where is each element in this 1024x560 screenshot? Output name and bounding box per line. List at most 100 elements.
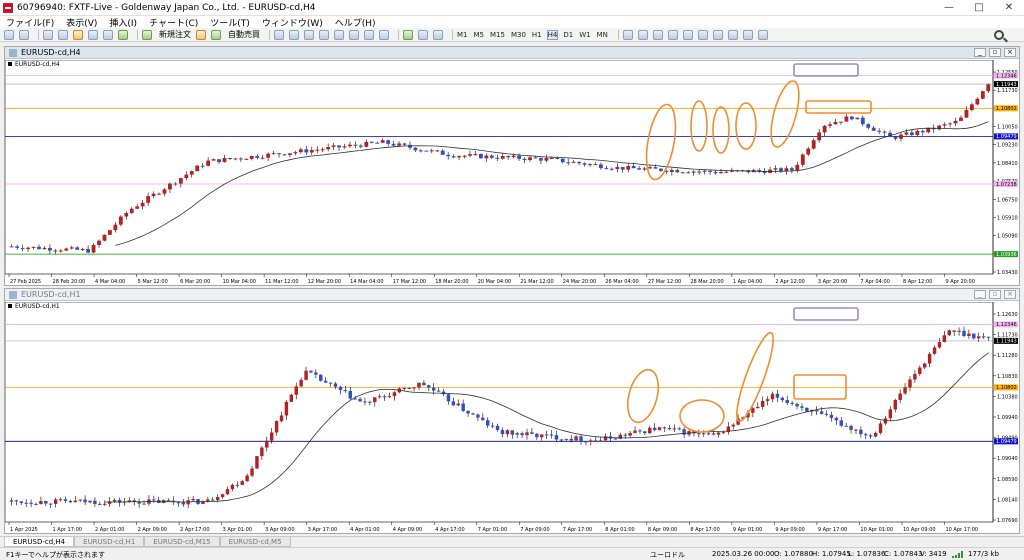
menu-tools[interactable]: ツール(T) — [210, 16, 250, 29]
candle-body — [387, 396, 392, 398]
options-icon[interactable] — [118, 29, 128, 40]
menu-insert[interactable]: 挿入(I) — [109, 16, 137, 29]
timeframe-m30[interactable]: M30 — [511, 31, 526, 39]
candle-body — [245, 475, 249, 482]
channel-icon[interactable] — [697, 29, 708, 40]
chart-minimize-button[interactable]: _ — [974, 48, 986, 57]
status-volume: V: 3419 — [920, 550, 947, 558]
auto-trade-button[interactable]: 自動売買 — [211, 29, 260, 40]
candle-body — [266, 153, 271, 158]
candle-body — [309, 370, 313, 373]
candle-body — [211, 499, 215, 501]
menu-help[interactable]: ヘルプ(H) — [335, 16, 376, 29]
period-icon[interactable] — [418, 29, 428, 40]
candle-body — [397, 143, 401, 146]
autoscroll-icon[interactable] — [364, 29, 374, 40]
zoom-out-icon[interactable] — [334, 29, 344, 40]
metaeditor-icon[interactable] — [196, 29, 206, 40]
market-watch-icon[interactable] — [43, 29, 53, 40]
data-window-icon[interactable] — [58, 29, 68, 40]
search-icon[interactable] — [994, 29, 1004, 40]
price-tag-label: 1.09479 — [996, 134, 1017, 140]
candle-body — [279, 415, 284, 422]
candle-body — [702, 170, 707, 172]
chart-window-h1[interactable]: EURUSD-cd,H1 _ ▫ × EURUSD-cd,H1 1.12630 1.… — [4, 288, 1020, 534]
menu-file[interactable]: ファイル(F) — [6, 16, 54, 29]
terminal-icon[interactable] — [88, 29, 98, 40]
trendline-icon[interactable] — [682, 29, 693, 40]
title-bar: 60796940: FXTF-Live - Goldenway Japan Co… — [0, 0, 1024, 16]
maximize-button[interactable]: □ — [964, 0, 994, 16]
chart-window-h4[interactable]: EURUSD-cd,H4 _ ▫ × EURUSD-cd,H41.125501.… — [4, 46, 1020, 286]
timeframe-h4[interactable]: H4 — [546, 29, 559, 40]
timeframe-m5[interactable]: M5 — [474, 31, 485, 39]
templates-icon[interactable] — [433, 29, 443, 40]
vline-icon[interactable] — [652, 29, 663, 40]
menu-window[interactable]: ウィンドウ(W) — [262, 16, 323, 29]
fibo-icon[interactable] — [712, 29, 723, 40]
candle-body — [58, 250, 63, 252]
candle-body — [39, 501, 43, 505]
tile-icon[interactable] — [349, 29, 359, 40]
chart-minimize-button[interactable]: _ — [974, 290, 986, 299]
candle-body — [364, 141, 369, 147]
status-profile[interactable]: ユーロドル — [650, 550, 685, 560]
new-chart-icon[interactable] — [4, 29, 14, 40]
candle-body — [686, 172, 691, 174]
candlestick-chart-h1[interactable]: EURUSD-cd,H11.126301.117301.112801.10830… — [5, 302, 1019, 534]
crosshair-icon[interactable] — [637, 29, 648, 40]
candle-body — [468, 154, 472, 156]
chart-close-button[interactable]: × — [1004, 48, 1016, 57]
hline-icon[interactable] — [667, 29, 678, 40]
candle-body — [328, 382, 333, 384]
price-tick-label: 1.11730 — [997, 88, 1018, 94]
text-icon[interactable] — [727, 29, 738, 40]
time-tick-label: 8 Apr 09:00 — [648, 527, 677, 533]
close-button[interactable]: ✕ — [994, 0, 1024, 16]
profiles-icon[interactable] — [19, 29, 29, 40]
tab-eurusd-m15[interactable]: EURUSD-cd,M15 — [144, 537, 220, 547]
candle-body — [669, 170, 674, 173]
arrows-icon[interactable] — [757, 29, 768, 40]
menu-view[interactable]: 表示(V) — [66, 16, 97, 29]
chart-restore-button[interactable]: ▫ — [989, 290, 1001, 299]
minimize-button[interactable]: — — [934, 0, 964, 16]
zoom-in-icon[interactable] — [319, 29, 329, 40]
indicators-icon[interactable] — [403, 29, 413, 40]
timeframe-m15[interactable]: M15 — [490, 31, 505, 39]
candlestick-chart-h4[interactable]: EURUSD-cd,H41.125501.117301.108801.10050… — [5, 60, 1019, 286]
tab-eurusd-h4[interactable]: EURUSD-cd,H4 — [4, 537, 75, 547]
tab-eurusd-h1[interactable]: EURUSD-cd,H1 — [74, 537, 145, 547]
tab-eurusd-m5[interactable]: EURUSD-cd,M5 — [219, 537, 291, 547]
timeframe-h1[interactable]: H1 — [532, 31, 542, 39]
timeframe-w1[interactable]: W1 — [579, 31, 590, 39]
timeframe-mn[interactable]: MN — [597, 31, 608, 39]
new-order-button[interactable]: 新規注文 — [142, 29, 191, 40]
chart-close-button[interactable]: × — [1004, 290, 1016, 299]
timeframe-m1[interactable]: M1 — [457, 31, 468, 39]
line-chart-icon[interactable] — [304, 29, 314, 40]
candle-body — [319, 374, 323, 381]
candle-chart-icon[interactable] — [289, 29, 299, 40]
bar-chart-icon[interactable] — [274, 29, 284, 40]
time-tick-label: 2 Apr 12:00 — [775, 279, 804, 285]
price-tick-label: 1.08410 — [997, 161, 1018, 167]
candle-body — [904, 132, 909, 135]
candle-body — [304, 149, 309, 153]
chart-restore-button[interactable]: ▫ — [989, 48, 1001, 57]
candle-body — [422, 382, 426, 386]
navigator-icon[interactable] — [73, 29, 83, 40]
candle-body — [811, 140, 816, 149]
chart-shift-icon[interactable] — [379, 29, 389, 40]
candle-body — [623, 434, 627, 436]
candle-body — [298, 149, 303, 153]
candle-body — [549, 157, 554, 159]
candle-body — [225, 489, 230, 495]
status-high: H: 1.07945 — [812, 550, 851, 558]
label-icon[interactable] — [742, 29, 753, 40]
timeframe-d1[interactable]: D1 — [563, 31, 573, 39]
candle-body — [533, 157, 538, 159]
tester-icon[interactable] — [103, 29, 113, 40]
cursor-icon[interactable] — [622, 29, 633, 40]
menu-chart[interactable]: チャート(C) — [149, 16, 198, 29]
